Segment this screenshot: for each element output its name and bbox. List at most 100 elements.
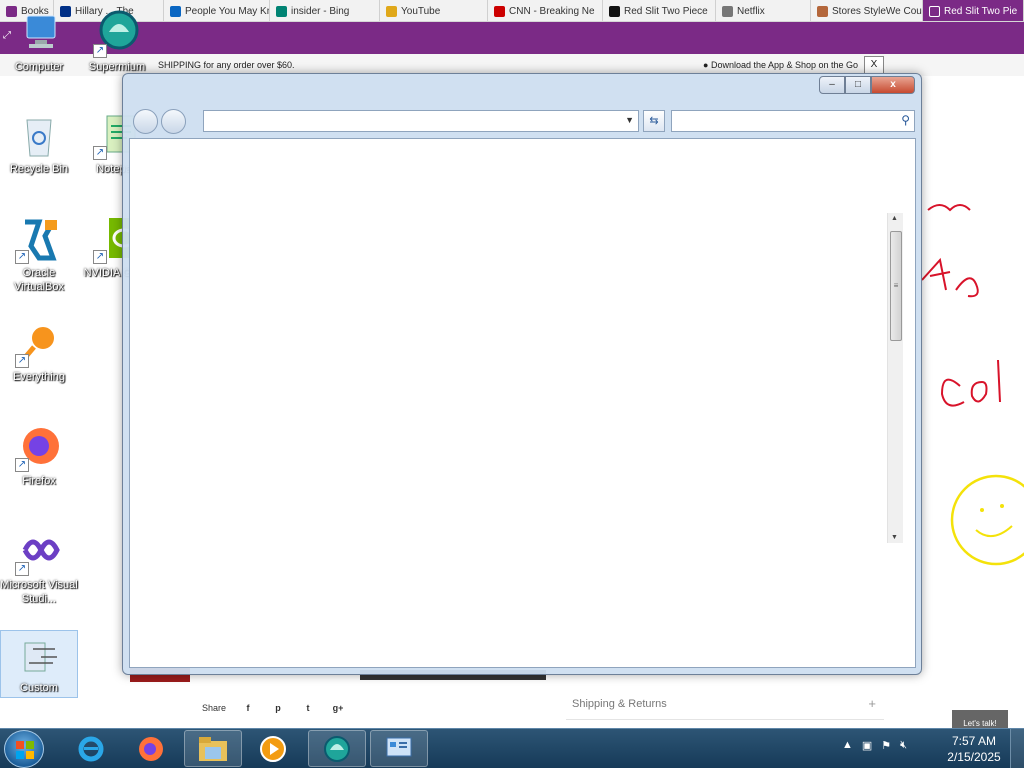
taskbar-supermium[interactable] bbox=[308, 730, 366, 767]
pinterest-share-button[interactable]: p bbox=[270, 700, 286, 716]
desktop-icon-label: Microsoft Visual Studi... bbox=[0, 579, 78, 605]
recycle-bin-icon bbox=[15, 112, 63, 160]
scroll-up-arrow[interactable]: ▲ bbox=[891, 215, 898, 222]
youtube-icon bbox=[386, 5, 397, 17]
desktop-icon-label: Custom bbox=[20, 682, 58, 694]
browser-tab[interactable]: Red Slit Two Piece bbox=[603, 0, 716, 21]
refresh-button[interactable]: ⇆ bbox=[643, 110, 665, 132]
twitter-share-button[interactable]: t bbox=[300, 700, 316, 716]
desktop-icon-custom[interactable]: Custom bbox=[0, 630, 78, 698]
expand-plus-icon: + bbox=[868, 696, 876, 711]
supermium-icon: ↗ bbox=[93, 10, 141, 58]
clock-time: 7:57 AM bbox=[951, 734, 997, 748]
browser-tab-label: insider - Bing bbox=[291, 5, 350, 17]
taskbar-control-panel[interactable] bbox=[370, 730, 428, 767]
forward-button[interactable] bbox=[161, 109, 186, 134]
show-desktop-button[interactable] bbox=[1010, 729, 1024, 768]
browser-tab[interactable]: insider - Bing bbox=[270, 0, 380, 21]
bing-icon bbox=[276, 5, 287, 17]
browser-tab[interactable]: Red Slit Two Pie bbox=[923, 0, 1024, 21]
taskbar: ▲ ▣ ⚑ 🔇︎ 7:57 AM 2/15/2025 bbox=[0, 728, 1024, 768]
search-box[interactable]: ⚲ bbox=[671, 110, 915, 132]
shipping-returns-label: Shipping & Returns bbox=[572, 698, 667, 710]
browser-tab-label: YouTube bbox=[401, 5, 441, 17]
maximize-button[interactable]: □ bbox=[845, 76, 871, 94]
everything-icon: ↗ bbox=[15, 320, 63, 368]
desktop-icon-visual-studio[interactable]: ↗ Microsoft Visual Studi... bbox=[0, 528, 78, 606]
share-bar: Share f p t g+ bbox=[202, 700, 346, 716]
browser-tab-label: Red Slit Two Piece bbox=[624, 5, 708, 17]
explorer-window[interactable]: – □ x ▼ ⇆ ⚲ ▲ ≡ ▼ bbox=[122, 73, 922, 675]
close-button[interactable]: x bbox=[871, 76, 915, 94]
browser-tab[interactable]: People You May Kn bbox=[164, 0, 270, 21]
taskbar-internet-explorer[interactable] bbox=[62, 730, 120, 767]
start-button[interactable] bbox=[4, 730, 44, 768]
minimize-button[interactable]: – bbox=[819, 76, 845, 94]
desktop-icon-virtualbox[interactable]: ↗ Oracle VirtualBox bbox=[0, 216, 78, 294]
browser-tab[interactable]: Stores StyleWe Cou bbox=[811, 0, 923, 21]
control-panel-icon bbox=[386, 737, 412, 756]
desktop-icon-supermium[interactable]: ↗ Supermium bbox=[78, 10, 156, 74]
browser-tab-label: Stores StyleWe Cou bbox=[832, 5, 922, 17]
scroll-down-arrow[interactable]: ▼ bbox=[891, 534, 898, 541]
taskbar-media-player[interactable] bbox=[244, 730, 302, 767]
computer-icon bbox=[15, 10, 63, 58]
handwriting-drawing bbox=[921, 204, 1024, 566]
show-hidden-icons-icon[interactable]: ▲ bbox=[842, 739, 853, 752]
vertical-scrollbar[interactable]: ▲ ≡ ▼ bbox=[887, 213, 903, 543]
apple-icon: ● bbox=[703, 60, 709, 70]
address-bar[interactable]: ▼ bbox=[203, 110, 639, 132]
action-center-flag-icon[interactable]: ⚑ bbox=[881, 739, 891, 752]
browser-tab-label: People You May Kn bbox=[185, 5, 270, 17]
promo-close-button[interactable]: X bbox=[864, 56, 884, 74]
facebook-share-button[interactable]: f bbox=[240, 700, 256, 716]
browser-tab-label: CNN - Breaking Ne bbox=[509, 5, 595, 17]
system-clock[interactable]: 7:57 AM 2/15/2025 bbox=[944, 733, 1004, 765]
download-app-text[interactable]: ● Download the App & Shop on the Go bbox=[703, 60, 858, 70]
chevron-down-icon[interactable]: ▼ bbox=[625, 115, 634, 125]
linkedin-icon bbox=[170, 5, 181, 17]
virtualbox-icon: ↗ bbox=[15, 216, 63, 264]
browser-tab[interactable]: CNN - Breaking Ne bbox=[488, 0, 603, 21]
shipping-returns-accordion[interactable]: Shipping & Returns + bbox=[566, 692, 884, 720]
cnn-icon bbox=[494, 5, 505, 17]
custom-icon bbox=[15, 631, 63, 679]
search-icon[interactable]: ⚲ bbox=[901, 113, 910, 127]
desktop-icon-label: Supermium bbox=[88, 61, 146, 73]
googleplus-share-button[interactable]: g+ bbox=[330, 700, 346, 716]
refresh-icon: ⇆ bbox=[649, 115, 659, 127]
search-input[interactable] bbox=[672, 111, 882, 131]
desktop-icon-firefox[interactable]: ↗ Firefox bbox=[0, 424, 78, 488]
windows-logo-icon bbox=[16, 741, 34, 759]
browser-tab[interactable]: YouTube bbox=[380, 0, 488, 21]
network-icon[interactable]: ▣ bbox=[862, 739, 872, 752]
desktop-icon-label: Firefox bbox=[22, 475, 56, 487]
stylewe-icon bbox=[929, 5, 940, 17]
desktop-icon-label: Oracle VirtualBox bbox=[14, 267, 64, 293]
browser-tab-label: Netflix bbox=[737, 5, 765, 17]
window-content-pane[interactable]: ▲ ≡ ▼ bbox=[129, 138, 916, 668]
visual-studio-icon: ↗ bbox=[15, 528, 63, 576]
desktop-icon-recycle-bin[interactable]: Recycle Bin bbox=[0, 112, 78, 176]
share-label: Share bbox=[202, 703, 227, 713]
folder-icon bbox=[199, 736, 227, 761]
volume-muted-icon[interactable]: 🔇︎ bbox=[900, 739, 907, 752]
download-app-label: Download the App & Shop on the Go bbox=[710, 60, 859, 70]
firefox-icon bbox=[139, 736, 163, 761]
desktop-icon-label: Everything bbox=[13, 371, 65, 383]
back-button[interactable] bbox=[133, 109, 158, 134]
firefox-icon: ↗ bbox=[15, 424, 63, 472]
desktop-icon-label: Recycle Bin bbox=[9, 163, 69, 175]
taskbar-file-explorer[interactable] bbox=[184, 730, 242, 767]
browser-tab-label: Red Slit Two Pie bbox=[944, 5, 1018, 17]
chat-button[interactable]: Let's talk! bbox=[952, 710, 1008, 730]
scroll-thumb[interactable]: ≡ bbox=[890, 231, 902, 341]
desktop-icon-label: Computer bbox=[14, 61, 64, 73]
taskbar-firefox[interactable] bbox=[122, 730, 180, 767]
desktop-icon-computer[interactable]: Computer bbox=[0, 10, 78, 74]
internet-explorer-icon bbox=[78, 736, 104, 761]
stylewe-icon bbox=[609, 5, 620, 17]
browser-tab[interactable]: Netflix bbox=[716, 0, 811, 21]
desktop-icon-everything[interactable]: ↗ Everything bbox=[0, 320, 78, 384]
netflix-icon bbox=[722, 5, 733, 17]
